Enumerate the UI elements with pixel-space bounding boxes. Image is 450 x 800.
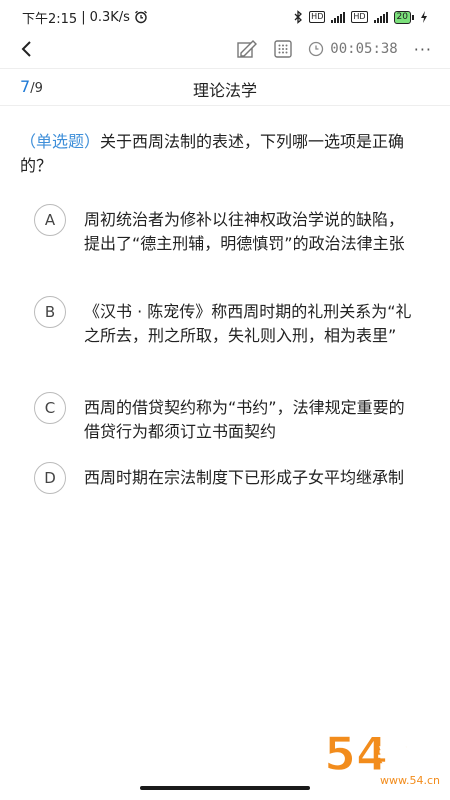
watermark-url: www.54.cn [380,774,440,787]
hd-badge-2-icon: HD [351,11,368,23]
status-separator: | [81,9,86,25]
status-left: 下午2:15 | 0.3K/s [22,8,148,27]
page-title: 理论法学 [192,81,257,100]
edit-notes-icon[interactable] [236,39,258,59]
watermark-brand: 手游网 [378,743,438,767]
option-d-text[interactable]: 西周时期在宗法制度下已形成子女平均继承制 [84,466,414,494]
option-c-text[interactable]: 西周的借贷契约称为“书约”，法律规定重要的借贷行为都须订立书面契约 [84,396,414,444]
home-indicator[interactable] [140,786,310,790]
signal-1-icon [331,11,346,23]
option-a[interactable]: A 周初统治者为修补以往神权政治学说的缺陷，提出了“德主刑辅，明德慎罚”的政治法… [34,204,414,256]
network-speed: 0.3K/s [89,9,130,25]
option-d-letter[interactable]: D [34,462,66,494]
alarm-icon [135,10,147,24]
answer-sheet-grid-icon[interactable] [274,40,292,58]
charging-icon [421,11,427,23]
option-b[interactable]: B 《汉书 · 陈宠传》称西周时期的礼刑关系为“礼之所去，刑之所取，失礼则入刑，… [34,296,414,348]
site-watermark-logo: 54 手游网 www.54.cn [323,726,440,787]
question-type: （单选题） [20,132,101,151]
option-a-letter[interactable]: A [34,204,66,236]
option-b-text[interactable]: 《汉书 · 陈宠传》称西周时期的礼刑关系为“礼之所去，刑之所取，失礼则入刑，相为… [84,300,414,348]
option-c[interactable]: C 西周的借贷契约称为“书约”，法律规定重要的借贷行为都须订立书面契约 [34,392,414,444]
option-b-letter[interactable]: B [34,296,66,328]
timer[interactable]: 00:05:38 [308,41,398,57]
battery-level: 20 [393,10,411,24]
status-time: 下午2:15 [22,11,78,27]
status-right: HD HD 20 [293,10,428,24]
toolbar: 00:05:38 ··· [0,34,450,64]
signal-2-icon [373,11,388,23]
question-header: 7/9 理论法学 [0,68,450,106]
bluetooth-icon [294,10,303,24]
toolbar-actions: 00:05:38 ··· [236,34,432,64]
timer-value: 00:05:38 [330,41,398,57]
chevron-left-icon [21,41,31,57]
question-stem: （单选题）关于西周法制的表述，下列哪一选项是正确的？ [20,130,430,178]
more-menu-button[interactable]: ··· [414,40,432,59]
hd-badge-icon: HD [309,11,326,23]
battery-icon: 20 [393,10,414,24]
option-c-letter[interactable]: C [34,392,66,424]
option-a-text[interactable]: 周初统治者为修补以往神权政治学说的缺陷，提出了“德主刑辅，明德慎罚”的政治法律主… [84,208,414,256]
status-bar: 下午2:15 | 0.3K/s HD HD 20 [0,0,450,34]
option-d[interactable]: D 西周时期在宗法制度下已形成子女平均继承制 [34,462,414,494]
clock-icon [309,41,324,57]
back-button[interactable] [14,34,38,64]
